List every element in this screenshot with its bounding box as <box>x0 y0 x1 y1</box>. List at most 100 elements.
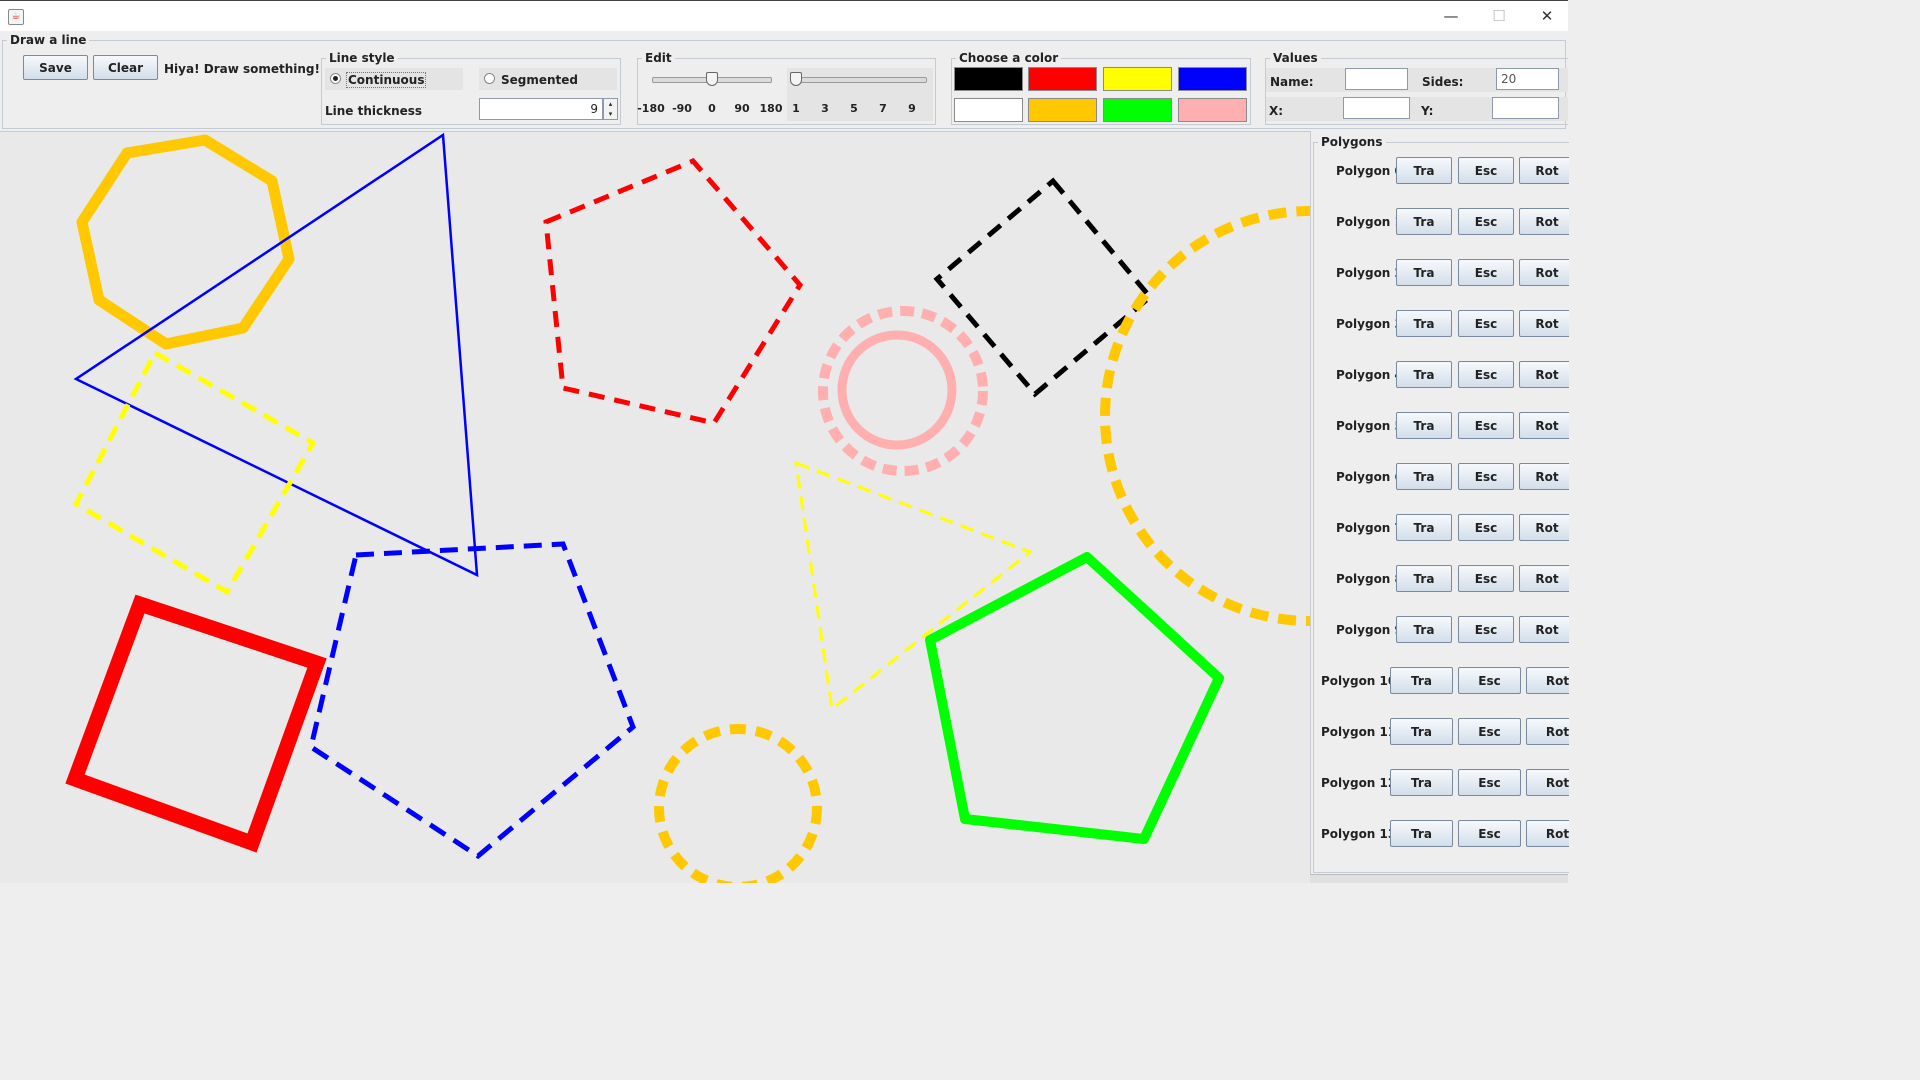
color-swatch-pink[interactable] <box>1178 98 1247 122</box>
polygon-row: Polygon 8 Tra Esc Rot <box>1311 565 1569 593</box>
status-message: Hiya! Draw something! <box>164 62 320 76</box>
polygon-name: Polygon 12 <box>1321 776 1397 790</box>
scale-button[interactable]: Esc <box>1458 259 1514 286</box>
rotate-button[interactable]: Rot <box>1519 157 1569 184</box>
continuous-option[interactable]: Continuous <box>325 68 463 90</box>
color-swatch-blue[interactable] <box>1178 67 1247 91</box>
scale-button[interactable]: Esc <box>1458 514 1514 541</box>
segmented-label[interactable]: Segmented <box>501 73 578 87</box>
translate-button[interactable]: Tra <box>1396 259 1452 286</box>
y-label: Y: <box>1421 104 1434 118</box>
translate-button[interactable]: Tra <box>1396 565 1452 592</box>
scale-tick-label: 9 <box>908 102 916 115</box>
rotation-tick-label: -180 <box>637 102 665 115</box>
segmented-radio[interactable] <box>484 73 495 84</box>
color-swatch-black[interactable] <box>954 67 1023 91</box>
scale-tick-label: 5 <box>850 102 858 115</box>
translate-button[interactable]: Tra <box>1396 463 1452 490</box>
polygons-group: Polygons <box>1313 135 1569 873</box>
drawing-surface[interactable] <box>0 132 1310 883</box>
scale-button[interactable]: Esc <box>1458 310 1514 337</box>
polygon-name: Polygon 7 <box>1336 521 1403 535</box>
shape-orange-circle-small <box>654 724 822 883</box>
rotate-button[interactable]: Rot <box>1519 514 1569 541</box>
rotate-button[interactable]: Rot <box>1519 259 1569 286</box>
save-button[interactable]: Save <box>23 55 88 80</box>
translate-button[interactable]: Tra <box>1396 208 1452 235</box>
polygon-name: Polygon 11 <box>1321 725 1397 739</box>
scale-button[interactable]: Esc <box>1458 463 1514 490</box>
polygon-row: Polygon 1 Tra Esc Rot <box>1311 208 1569 236</box>
name-field[interactable] <box>1345 68 1408 90</box>
scale-button[interactable]: Esc <box>1458 208 1514 235</box>
scale-button[interactable]: Esc <box>1458 565 1514 592</box>
color-swatch-yellow[interactable] <box>1103 67 1172 91</box>
translate-button[interactable]: Tra <box>1390 718 1453 745</box>
polygons-panel: Polygons Polygon 0 Tra Esc Rot Polygon 1 Tra E… <box>1310 131 1569 882</box>
y-field[interactable] <box>1492 97 1559 119</box>
color-swatch-orange[interactable] <box>1028 98 1097 122</box>
shape-yellow-triangle <box>794 460 1033 712</box>
translate-button[interactable]: Tra <box>1390 820 1453 847</box>
translate-button[interactable]: Tra <box>1396 310 1452 337</box>
scale-button[interactable]: Esc <box>1458 718 1521 745</box>
polygon-row: Polygon 12 Tra Esc Rot <box>1311 769 1569 797</box>
polygon-row: Polygon 2 Tra Esc Rot <box>1311 259 1569 287</box>
translate-button[interactable]: Tra <box>1396 616 1452 643</box>
polygon-name: Polygon 2 <box>1336 266 1403 280</box>
drawing-canvas[interactable] <box>0 131 1310 883</box>
polygon-row: Polygon 5 Tra Esc Rot <box>1311 412 1569 440</box>
clear-button[interactable]: Clear <box>93 55 158 80</box>
line-thickness-spinner[interactable]: 9 <box>479 98 603 120</box>
polygon-name: Polygon 6 <box>1336 470 1403 484</box>
polygons-horizontal-scrollbar[interactable] <box>1310 874 1568 883</box>
scale-slider-thumb[interactable] <box>790 72 802 86</box>
color-swatch-green[interactable] <box>1103 98 1172 122</box>
translate-button[interactable]: Tra <box>1396 157 1452 184</box>
polygon-row: Polygon 9 Tra Esc Rot <box>1311 616 1569 644</box>
shape-yellow-square <box>72 349 317 596</box>
rotate-button[interactable]: Rot <box>1519 361 1569 388</box>
rotate-button[interactable]: Rot <box>1519 208 1569 235</box>
rotate-button[interactable]: Rot <box>1519 565 1569 592</box>
translate-button[interactable]: Tra <box>1390 667 1453 694</box>
scale-slider-track[interactable] <box>795 77 927 83</box>
scale-button[interactable]: Esc <box>1458 616 1514 643</box>
close-button[interactable]: ✕ <box>1532 6 1562 26</box>
shape-red-square <box>65 594 327 853</box>
sides-field[interactable]: 20 <box>1496 68 1559 90</box>
continuous-radio[interactable] <box>330 73 341 84</box>
x-field[interactable] <box>1343 97 1410 119</box>
rotate-button[interactable]: Rot <box>1526 820 1569 847</box>
translate-button[interactable]: Tra <box>1396 361 1452 388</box>
rotate-button[interactable]: Rot <box>1519 463 1569 490</box>
minimize-button[interactable]: — <box>1436 6 1466 26</box>
thickness-spinner-arrows[interactable]: ▴ ▾ <box>603 98 618 120</box>
line-style-legend: Line style <box>329 51 395 65</box>
rotation-slider-thumb[interactable] <box>706 72 718 86</box>
scale-button[interactable]: Esc <box>1458 820 1521 847</box>
polygon-name: Polygon 1 <box>1336 215 1403 229</box>
color-swatch-white[interactable] <box>954 98 1023 122</box>
color-swatch-red[interactable] <box>1028 67 1097 91</box>
scale-button[interactable]: Esc <box>1458 412 1514 439</box>
translate-button[interactable]: Tra <box>1396 514 1452 541</box>
scale-tick-label: 1 <box>792 102 800 115</box>
rotate-button[interactable]: Rot <box>1526 667 1569 694</box>
rotate-button[interactable]: Rot <box>1526 769 1569 796</box>
scale-button[interactable]: Esc <box>1458 361 1514 388</box>
translate-button[interactable]: Tra <box>1390 769 1453 796</box>
scale-button[interactable]: Esc <box>1458 769 1521 796</box>
maximize-button[interactable]: ☐ <box>1484 6 1514 26</box>
rotate-button[interactable]: Rot <box>1519 412 1569 439</box>
edit-group-legend: Edit <box>645 51 672 65</box>
continuous-label[interactable]: Continuous <box>346 72 427 88</box>
scale-button[interactable]: Esc <box>1458 157 1514 184</box>
segmented-option[interactable]: Segmented <box>479 68 617 90</box>
rotate-button[interactable]: Rot <box>1519 310 1569 337</box>
translate-button[interactable]: Tra <box>1396 412 1452 439</box>
rotate-button[interactable]: Rot <box>1519 616 1569 643</box>
polygon-row: Polygon 13 Tra Esc Rot <box>1311 820 1569 848</box>
scale-button[interactable]: Esc <box>1458 667 1521 694</box>
rotate-button[interactable]: Rot <box>1526 718 1569 745</box>
